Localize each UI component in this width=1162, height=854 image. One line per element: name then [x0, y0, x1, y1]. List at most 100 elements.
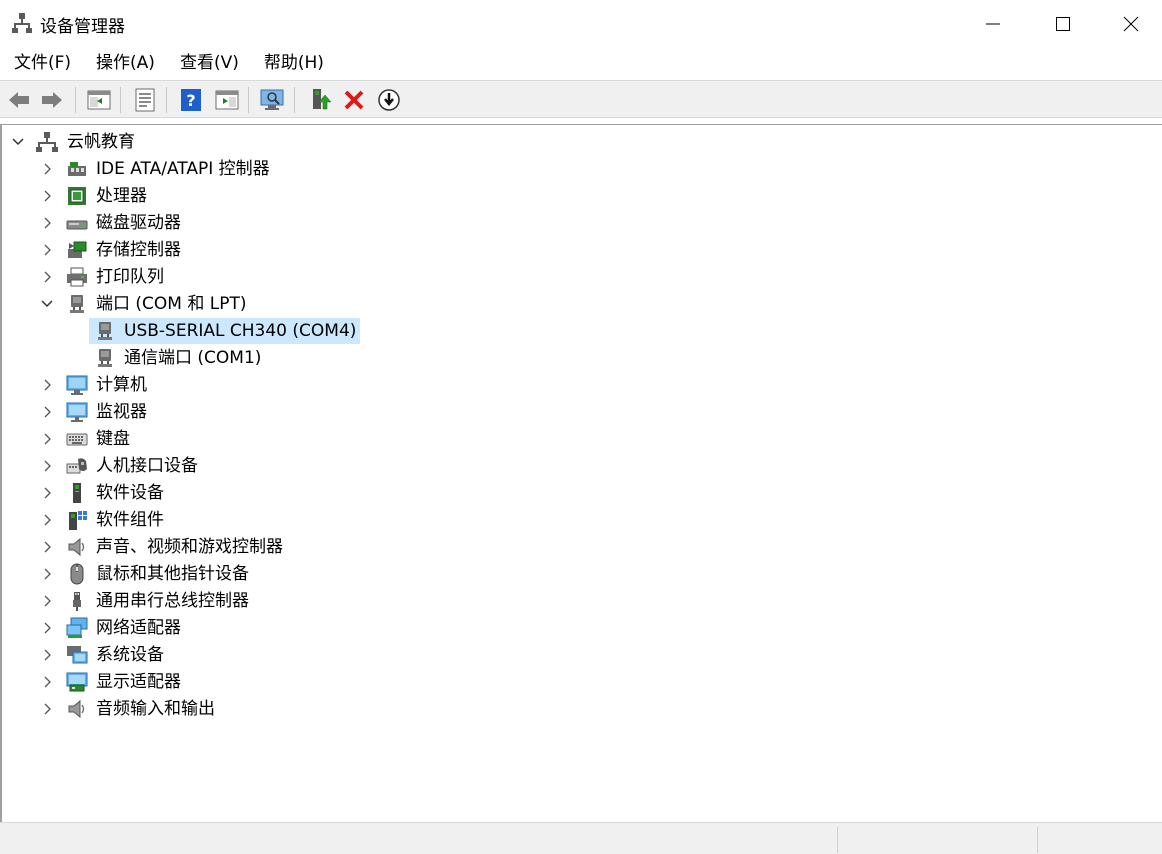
tree-category-row[interactable]: 鼠标和其他指针设备 — [2, 561, 422, 587]
tree-category-row[interactable]: 处理器 — [2, 183, 422, 209]
tree-category-row[interactable]: 软件组件 — [2, 507, 422, 533]
tree-category-label: 存储控制器 — [96, 240, 181, 260]
system-device-icon — [67, 646, 88, 664]
chevron-right-icon[interactable] — [40, 189, 54, 203]
port-icon — [70, 295, 84, 313]
svg-text:?: ? — [186, 91, 195, 110]
chevron-right-icon[interactable] — [40, 540, 54, 554]
properties-icon — [135, 88, 155, 112]
tree-category-row[interactable]: 系统设备 — [2, 642, 422, 668]
tree-category-row[interactable]: 端口 (COM 和 LPT) — [2, 291, 422, 317]
tree-category-row[interactable]: 磁盘驱动器 — [2, 210, 422, 236]
update-driver-button[interactable] — [308, 87, 334, 113]
processor-icon — [68, 187, 86, 205]
status-bar-separator — [837, 827, 838, 853]
chevron-right-icon[interactable] — [40, 216, 54, 230]
chevron-right-icon[interactable] — [40, 405, 54, 419]
device-manager-app-icon — [12, 13, 32, 33]
action-pane-button[interactable] — [214, 87, 240, 113]
chevron-right-icon[interactable] — [40, 513, 54, 527]
tree-category-row[interactable]: 计算机 — [2, 372, 422, 398]
tree-category-label: 鼠标和其他指针设备 — [96, 564, 249, 584]
tree-device-row[interactable]: USB-SERIAL CH340 (COM4) — [2, 318, 422, 344]
storage-controller-icon — [68, 241, 87, 258]
tree-device-label: USB-SERIAL CH340 (COM4) — [124, 321, 357, 341]
software-device-icon — [73, 483, 81, 503]
tree-category-row[interactable]: 显示适配器 — [2, 669, 422, 695]
tree-category-label: 软件设备 — [96, 483, 164, 503]
hid-icon — [66, 458, 87, 474]
tree-category-row[interactable]: 人机接口设备 — [2, 453, 422, 479]
tree-root-row[interactable]: 云帆教育 — [2, 129, 402, 155]
disable-device-button[interactable] — [376, 87, 402, 113]
tree-category-row[interactable]: IDE ATA/ATAPI 控制器 — [2, 156, 422, 182]
tree-category-label: 磁盘驱动器 — [96, 213, 181, 233]
chevron-right-icon[interactable] — [40, 675, 54, 689]
tree-category-label: 计算机 — [96, 375, 147, 395]
tree-category-row[interactable]: 网络适配器 — [2, 615, 422, 641]
uninstall-device-button[interactable] — [341, 87, 367, 113]
tree-device-label: 通信端口 (COM1) — [124, 348, 262, 368]
tree-category-row[interactable]: 音频输入和输出 — [2, 696, 422, 722]
tree-category-row[interactable]: 打印队列 — [2, 264, 422, 290]
menu-file[interactable]: 文件(F) — [5, 47, 80, 80]
chevron-right-icon[interactable] — [40, 162, 54, 176]
tree-category-label: 系统设备 — [96, 645, 164, 665]
chevron-right-icon[interactable] — [40, 567, 54, 581]
scan-hardware-icon — [260, 89, 284, 110]
help-button[interactable]: ? — [178, 87, 204, 113]
chevron-right-icon[interactable] — [40, 270, 54, 284]
maximize-icon — [1056, 16, 1070, 31]
back-button[interactable] — [6, 87, 32, 113]
toolbar-separator — [294, 87, 295, 113]
forward-button[interactable] — [39, 87, 65, 113]
minimize-button[interactable] — [958, 0, 1028, 47]
properties-button[interactable] — [132, 87, 158, 113]
tree-category-row[interactable]: 键盘 — [2, 426, 422, 452]
mouse-icon — [70, 563, 84, 585]
toolbar: ? — [0, 80, 1162, 118]
computer-icon — [66, 375, 88, 395]
chevron-right-icon[interactable] — [40, 243, 54, 257]
tree-category-label: 键盘 — [96, 429, 130, 449]
show-hide-console-tree-icon — [87, 90, 111, 110]
tree-category-label: 人机接口设备 — [96, 456, 198, 476]
chevron-right-icon[interactable] — [40, 432, 54, 446]
scan-hardware-button[interactable] — [260, 87, 286, 113]
menu-action[interactable]: 操作(A) — [87, 47, 164, 80]
chevron-right-icon[interactable] — [40, 459, 54, 473]
show-hide-console-tree-button[interactable] — [86, 87, 112, 113]
chevron-right-icon[interactable] — [40, 486, 54, 500]
tree-device-row[interactable]: 通信端口 (COM1) — [2, 345, 422, 371]
tree-category-row[interactable]: 监视器 — [2, 399, 422, 425]
toolbar-separator — [75, 87, 76, 113]
toolbar-separator — [248, 87, 249, 113]
computer-root-icon — [36, 132, 58, 152]
tree-category-row[interactable]: 软件设备 — [2, 480, 422, 506]
status-bar — [0, 822, 1162, 854]
tree-category-label: 处理器 — [96, 186, 147, 206]
ide-controller-icon — [68, 162, 86, 176]
chevron-right-icon[interactable] — [40, 702, 54, 716]
chevron-right-icon[interactable] — [40, 621, 54, 635]
chevron-down-icon[interactable] — [40, 297, 54, 311]
menu-help[interactable]: 帮助(H) — [255, 47, 333, 80]
close-button[interactable] — [1096, 0, 1162, 47]
window-title: 设备管理器 — [40, 17, 125, 37]
menu-view[interactable]: 查看(V) — [171, 47, 248, 80]
software-component-icon — [69, 511, 87, 530]
maximize-button[interactable] — [1028, 0, 1098, 47]
toolbar-separator — [120, 87, 121, 113]
minimize-icon — [986, 23, 1000, 24]
tree-category-row[interactable]: 通用串行总线控制器 — [2, 588, 422, 614]
tree-category-label: IDE ATA/ATAPI 控制器 — [96, 159, 270, 179]
tree-category-row[interactable]: 存储控制器 — [2, 237, 422, 263]
monitor-icon — [66, 402, 88, 422]
chevron-right-icon[interactable] — [40, 378, 54, 392]
chevron-right-icon[interactable] — [40, 594, 54, 608]
chevron-down-icon[interactable] — [11, 135, 25, 149]
tree-category-row[interactable]: 声音、视频和游戏控制器 — [2, 534, 422, 560]
uninstall-device-icon — [344, 90, 364, 110]
chevron-right-icon[interactable] — [40, 648, 54, 662]
usb-icon — [73, 592, 81, 611]
